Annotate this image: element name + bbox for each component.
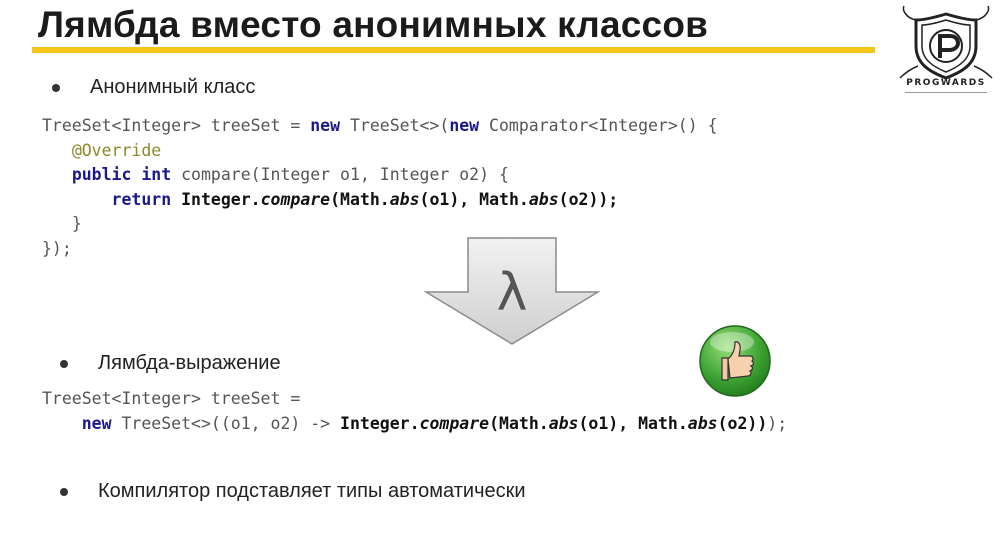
bullet-text: Лямбда-выражение — [98, 352, 281, 374]
bullet-lambda: Лямбда-выражение — [60, 352, 281, 375]
code-lambda: TreeSet<Integer> treeSet = new TreeSet<>… — [42, 389, 788, 433]
logo-shield-icon — [899, 6, 993, 80]
lambda-symbol: λ — [497, 263, 528, 323]
code-anonymous-class: TreeSet<Integer> treeSet = new TreeSet<>… — [42, 116, 718, 258]
logo-text: PROGWARDS — [906, 78, 986, 88]
bullet-text: Анонимный класс — [90, 76, 256, 98]
bullet-dot — [52, 83, 60, 92]
slide-title: Лямбда вместо анонимных классов — [38, 4, 709, 45]
bullet-text: Компилятор подставляет типы автоматическ… — [98, 480, 526, 502]
bullet-dot — [60, 359, 68, 368]
bullet-dot — [60, 487, 68, 496]
lambda-arrow-icon: λ — [424, 237, 600, 345]
title-underline — [32, 47, 875, 53]
bullet-compiler: Компилятор подставляет типы автоматическ… — [60, 480, 526, 503]
logo-divider — [905, 92, 987, 95]
bullet-anonymous-class: Анонимный класс — [52, 76, 255, 99]
